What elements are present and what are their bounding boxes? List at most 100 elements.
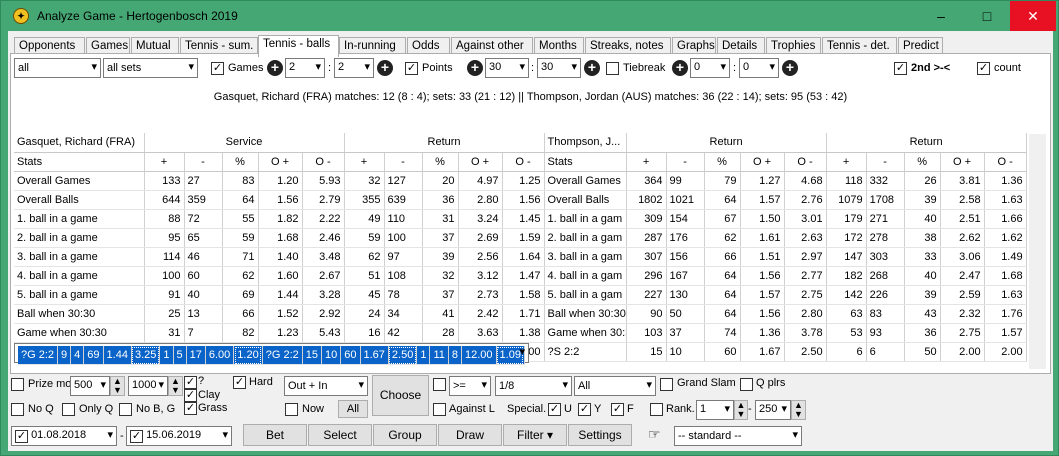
points-checkbox[interactable]: ✓ (405, 62, 418, 75)
column-header[interactable]: + (826, 152, 867, 172)
column-header[interactable]: O - (984, 152, 1027, 172)
prize-min-spinner[interactable]: ▲ ▼ (110, 376, 125, 396)
stats-header[interactable]: Stats (14, 152, 145, 172)
column-header[interactable]: % (704, 152, 741, 172)
fraction-select[interactable]: 1/8 (495, 376, 572, 396)
count-checkbox[interactable]: ✓ (977, 62, 990, 75)
date-to-checkbox[interactable]: ✓ (130, 430, 143, 443)
date-to-picker[interactable]: ✓ 15.06.2019 (126, 426, 232, 446)
player2-header[interactable]: Thompson, J... (544, 133, 627, 153)
prize-max-spinner[interactable]: ▲ ▼ (168, 376, 183, 396)
all-category-select[interactable]: All (574, 376, 656, 396)
group-button[interactable]: Group (373, 424, 437, 446)
rank-max-spinner[interactable]: ▲ ▼ (791, 400, 806, 420)
column-header[interactable]: + (626, 152, 667, 172)
column-header[interactable]: + (344, 152, 385, 172)
all-select[interactable]: all (14, 58, 101, 78)
tiebreak-plus-a-button[interactable]: + (672, 60, 688, 76)
prize-min-input[interactable]: 500 (70, 376, 110, 396)
column-header[interactable]: O + (740, 152, 785, 172)
sets-select[interactable]: all sets (103, 58, 198, 78)
bet-button[interactable]: Bet (243, 424, 307, 446)
date-from-picker[interactable]: ✓ 01.08.2018 (11, 426, 117, 446)
table-row[interactable]: ?G 2:2 9 4 69 1.44 3.25 1 5 17 6.00 1.20 ?G 2:2 15 10… (14, 342, 529, 365)
table-row[interactable]: 5. ball in a game 91 40 69 1.44 3.28 45 78 37 2.7… (14, 285, 1027, 305)
table-row[interactable]: 3. ball in a game 114 46 71 1.40 3.48 62 97 39 2.… (14, 247, 1027, 267)
column-header[interactable]: O + (940, 152, 985, 172)
column-header[interactable]: O + (258, 152, 303, 172)
out-in-select[interactable]: Out + In (284, 376, 368, 396)
preset-select[interactable]: -- standard -- (674, 426, 802, 446)
return-header[interactable]: Return (344, 133, 545, 153)
column-header[interactable]: % (422, 152, 459, 172)
games-plus-a-button[interactable]: + (267, 60, 283, 76)
column-header[interactable]: O - (502, 152, 545, 172)
now-checkbox[interactable] (285, 403, 298, 416)
column-header[interactable]: % (904, 152, 941, 172)
u-checkbox[interactable]: ✓ (548, 403, 561, 416)
grand-slam-checkbox[interactable] (660, 378, 673, 391)
column-header[interactable]: + (144, 152, 185, 172)
operator-select[interactable]: >= (449, 376, 491, 396)
grass-checkbox[interactable]: ✓ (184, 402, 197, 415)
all-button[interactable]: All (338, 400, 368, 418)
return2-header[interactable]: Return (626, 133, 827, 153)
table-row[interactable]: Ball when 30:30 25 13 66 1.52 2.92 24 34 41 2.42 1… (14, 304, 1027, 324)
filter-button[interactable]: Filter ▾ (503, 424, 567, 446)
column-header[interactable]: - (666, 152, 705, 172)
points-plus-b-button[interactable]: + (584, 60, 600, 76)
table-scrollbar[interactable] (1029, 134, 1046, 369)
tiebreak-checkbox[interactable] (606, 62, 619, 75)
rank-checkbox[interactable] (650, 403, 663, 416)
maximize-button[interactable]: □ (964, 1, 1010, 31)
column-header[interactable]: % (222, 152, 259, 172)
table-row[interactable]: Overall Balls 644 359 64 1.56 2.79 355 639 36 2.8… (14, 190, 1027, 210)
only-q-checkbox[interactable] (62, 403, 75, 416)
table-row[interactable]: 2. ball in a game 95 65 59 1.68 2.46 59 100 37 2.… (14, 228, 1027, 248)
games-plus-b-button[interactable]: + (377, 60, 393, 76)
return3-header[interactable]: Return (826, 133, 1027, 153)
no-bg-checkbox[interactable] (119, 403, 132, 416)
player1-header[interactable]: Gasquet, Richard (FRA) (14, 133, 145, 153)
games-checkbox[interactable]: ✓ (211, 62, 224, 75)
column-header[interactable]: O + (458, 152, 503, 172)
q-plrs-checkbox[interactable] (740, 378, 753, 391)
prize-money-checkbox[interactable] (11, 378, 24, 391)
choose-button[interactable]: Choose (372, 375, 429, 416)
prize-max-input[interactable]: 1000 (128, 376, 168, 396)
hard-checkbox[interactable]: ✓ (233, 376, 246, 389)
service-header[interactable]: Service (144, 133, 345, 153)
column-header[interactable]: - (866, 152, 905, 172)
games-b-select[interactable]: 2 (334, 58, 374, 78)
table-row[interactable]: 4. ball in a game 100 60 62 1.60 2.67 51 108 32 3… (14, 266, 1027, 286)
stats-header[interactable]: Stats (544, 152, 627, 172)
column-header[interactable]: O - (784, 152, 827, 172)
games-a-select[interactable]: 2 (285, 58, 325, 78)
rank-max-input[interactable]: 250 (755, 400, 791, 420)
settings-button[interactable]: Settings (568, 424, 632, 446)
tiebreak-plus-b-button[interactable]: + (782, 60, 798, 76)
column-header[interactable]: O - (302, 152, 345, 172)
against-l-checkbox[interactable] (433, 403, 446, 416)
tiebreak-a-select[interactable]: 0 (690, 58, 730, 78)
minimize-button[interactable]: – (918, 1, 964, 31)
points-b-select[interactable]: 30 (537, 58, 581, 78)
date-from-checkbox[interactable]: ✓ (15, 430, 28, 443)
f-checkbox[interactable]: ✓ (611, 403, 624, 416)
clay-checkbox[interactable]: ✓ (184, 389, 197, 402)
table-row[interactable]: 1. ball in a game 88 72 55 1.82 2.22 49 110 31 3.… (14, 209, 1027, 229)
no-q-checkbox[interactable] (11, 403, 24, 416)
table-row[interactable]: Overall Games 133 27 83 1.20 5.93 32 127 20 4.97 1… (14, 171, 1027, 191)
table-row[interactable]: Game when 30:30 31 7 82 1.23 5.43 16 42 28 3.63 1.… (14, 323, 1027, 343)
select-button[interactable]: Select (308, 424, 372, 446)
tab-tennis-balls[interactable]: Tennis - balls (258, 35, 339, 57)
points-a-select[interactable]: 30 (485, 58, 529, 78)
tiebreak-b-select[interactable]: 0 (739, 58, 779, 78)
column-header[interactable]: - (184, 152, 223, 172)
y-checkbox[interactable]: ✓ (578, 403, 591, 416)
draw-button[interactable]: Draw (438, 424, 502, 446)
rank-min-spinner[interactable]: ▲ ▼ (734, 400, 748, 420)
close-button[interactable]: ✕ (1010, 1, 1056, 31)
operator-checkbox[interactable] (433, 378, 446, 391)
column-header[interactable]: - (384, 152, 423, 172)
